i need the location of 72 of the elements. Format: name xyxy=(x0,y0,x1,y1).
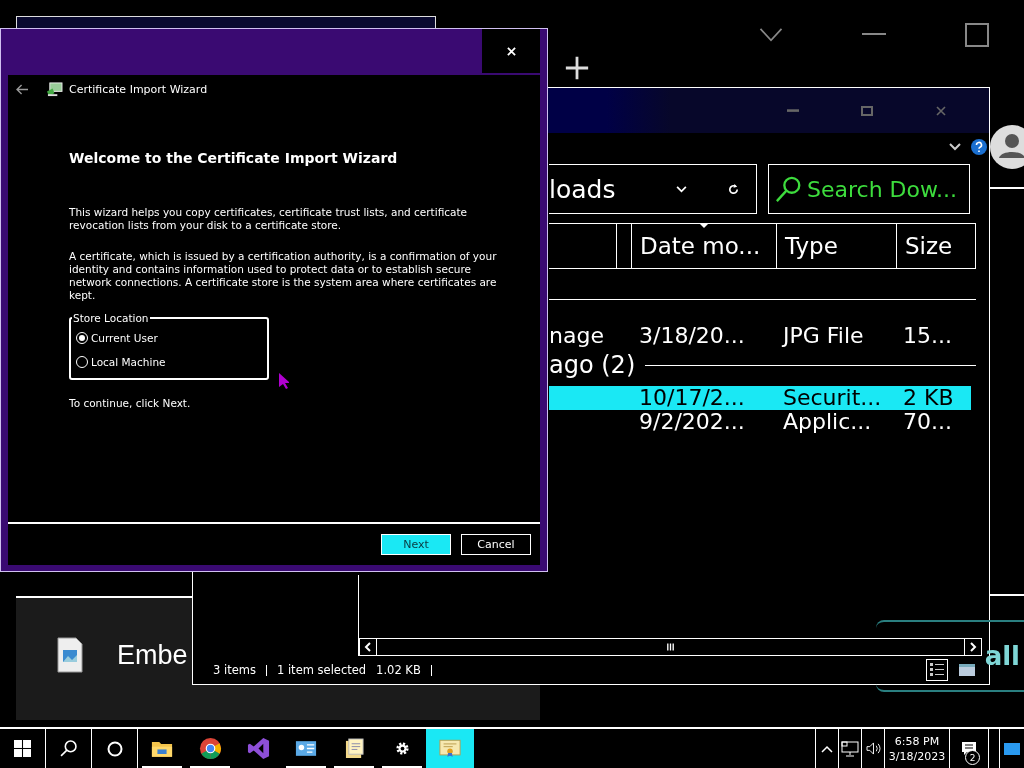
monitor-icon xyxy=(1004,742,1020,755)
new-tab-icon[interactable] xyxy=(564,55,590,81)
close-icon xyxy=(506,46,516,56)
hint-text: To continue, click Next. xyxy=(69,397,192,410)
details-view-icon[interactable] xyxy=(927,660,947,680)
search-icon xyxy=(60,740,77,757)
search-field[interactable]: Search Dow... xyxy=(807,176,967,202)
date-cell-text: 10/17/2... xyxy=(639,386,746,410)
cancel-button[interactable]: Cancel xyxy=(461,534,531,555)
scroll-thumb-icon[interactable] xyxy=(666,643,675,651)
status-text: 3 items xyxy=(213,663,256,677)
description-text: A certificate, which is issued by a certification authority, is a confirmation of your identity and contains information used to protect data or to establish secure network connections. A certificate store is the system area where certificates are kept. xyxy=(69,250,498,302)
size-cell-text: 70... xyxy=(903,410,953,434)
help-icon[interactable] xyxy=(971,139,987,155)
status-text: 1 item selected xyxy=(276,663,367,677)
size-cell-text: 2 KB xyxy=(903,386,955,410)
type-cell-text: Applic... xyxy=(783,410,873,434)
radio-label[interactable]: Current User xyxy=(91,332,158,344)
wizard-heading: Welcome to the Certificate Import Wizard xyxy=(69,150,399,166)
action-center-button[interactable]: 2 xyxy=(950,729,989,768)
file-row[interactable]: 10/17/2... Securit... 2 KB xyxy=(549,386,971,410)
type-cell-text: JPG File xyxy=(783,324,865,348)
circle-icon xyxy=(106,740,123,757)
notification-count: 2 xyxy=(965,750,980,765)
folder-icon xyxy=(151,739,173,758)
address-bar[interactable]: loads xyxy=(549,164,757,214)
minimize-icon[interactable] xyxy=(862,32,886,36)
file-name: nage xyxy=(549,323,604,348)
chevron-up-icon xyxy=(821,744,833,753)
id-card-icon xyxy=(295,739,317,758)
back-icon[interactable] xyxy=(16,83,29,95)
group-header[interactable]: ago (2) xyxy=(549,351,636,379)
description-text: This wizard helps you copy certificates, certificate trust lists, and certificate revocation lists from your disk to a certificate store. xyxy=(69,206,469,232)
network-button[interactable] xyxy=(838,729,861,768)
group-label: Store Location xyxy=(72,312,150,324)
close-icon[interactable] xyxy=(935,105,947,116)
clock-button[interactable]: 6:58 PM 3/18/2023 xyxy=(884,729,950,768)
column-header[interactable]: Type xyxy=(776,224,896,268)
settings-icon xyxy=(394,741,410,756)
maximize-icon[interactable] xyxy=(861,105,873,116)
next-button[interactable]: Next xyxy=(381,534,451,555)
file-name: Embe xyxy=(117,639,188,671)
date-cell-text: 9/2/202... xyxy=(639,410,746,434)
radio-label[interactable]: Local Machine xyxy=(91,356,166,368)
browser-icon xyxy=(198,737,222,760)
avatar-icon[interactable] xyxy=(990,122,1024,172)
column-header[interactable]: Size xyxy=(896,224,976,268)
certificate-icon xyxy=(46,81,63,97)
speaker-icon xyxy=(865,742,881,755)
type-cell-text: Securit... xyxy=(783,386,883,410)
cursor-icon xyxy=(279,373,289,389)
search-icon xyxy=(775,175,803,203)
maximize-icon[interactable] xyxy=(965,23,989,47)
network-icon xyxy=(841,740,859,757)
horizontal-scrollbar[interactable] xyxy=(359,638,982,656)
windows-icon xyxy=(14,740,31,757)
file-row[interactable]: nage 3/18/20... JPG File 15... xyxy=(549,324,976,348)
refresh-icon[interactable] xyxy=(727,182,740,196)
notepad-icon xyxy=(344,738,364,759)
size-cell-text: 15... xyxy=(903,324,953,348)
dropdown-icon[interactable] xyxy=(676,185,687,193)
certificate-icon xyxy=(439,739,461,758)
volume-button[interactable] xyxy=(861,729,884,768)
date-cell-text: 3/18/20... xyxy=(639,324,746,348)
search-box[interactable]: Search Dow... xyxy=(768,164,970,214)
dialog-title: Certificate Import Wizard xyxy=(69,82,208,96)
status-text: 1.02 KB xyxy=(376,663,421,677)
infinity-icon xyxy=(246,737,270,760)
chevron-down-icon[interactable] xyxy=(759,28,783,42)
chevron-down-icon[interactable] xyxy=(949,143,961,151)
image-file-icon xyxy=(57,637,83,673)
file-row[interactable]: 9/2/202... Applic... 70... xyxy=(549,410,976,434)
